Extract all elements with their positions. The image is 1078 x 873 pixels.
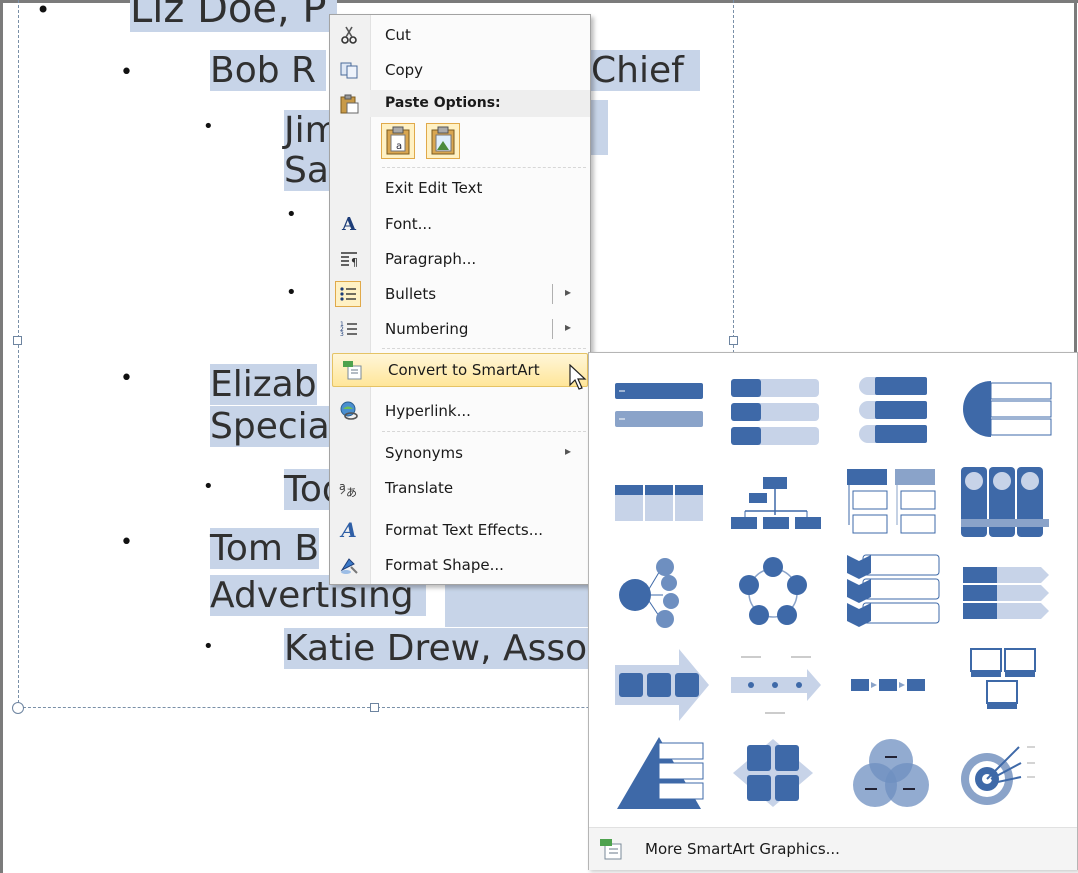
copy-icon bbox=[338, 60, 360, 80]
menu-item-label: Bullets bbox=[385, 285, 437, 303]
hyperlink-icon bbox=[338, 401, 360, 421]
svg-text:¶: ¶ bbox=[351, 256, 358, 269]
smartart-layout-venn[interactable] bbox=[839, 733, 943, 813]
smartart-layout-process-arrows[interactable] bbox=[609, 645, 713, 725]
paste-options-label: Paste Options: bbox=[330, 88, 590, 120]
menu-item-label: Cut bbox=[385, 26, 411, 44]
submenu-arrow-icon[interactable]: ▸ bbox=[565, 285, 571, 299]
smartart-layout-basic-block-list[interactable] bbox=[609, 367, 713, 447]
smartart-layout-vertical-chevron-list[interactable] bbox=[839, 553, 943, 633]
menu-item-cut[interactable]: Cut bbox=[330, 19, 590, 51]
submenu-arrow-icon[interactable]: ▸ bbox=[565, 320, 571, 334]
menu-separator bbox=[382, 431, 586, 432]
menu-item-label: Exit Edit Text bbox=[385, 179, 483, 197]
svg-text:a: a bbox=[339, 480, 346, 493]
smartart-icon bbox=[599, 838, 623, 864]
menu-item-translate[interactable]: aあ Translate bbox=[330, 472, 590, 504]
menu-item-exit-edit-text[interactable]: Exit Edit Text bbox=[330, 172, 590, 204]
menu-item-label: Convert to SmartArt bbox=[388, 361, 540, 379]
mouse-cursor-icon bbox=[569, 363, 589, 396]
paste-picture-button[interactable] bbox=[426, 123, 460, 159]
menu-item-numbering[interactable]: 123 Numbering ▸ bbox=[330, 313, 590, 345]
clipboard-icon bbox=[338, 94, 360, 114]
more-smartart-label: More SmartArt Graphics... bbox=[645, 840, 840, 858]
split-divider bbox=[552, 284, 553, 304]
svg-text:あ: あ bbox=[346, 486, 357, 498]
menu-item-label: Font... bbox=[385, 215, 432, 233]
smartart-layout-matrix[interactable] bbox=[721, 733, 825, 813]
menu-item-convert-to-smartart[interactable]: Convert to SmartArt bbox=[332, 353, 588, 390]
context-menu: Cut Copy Paste Options: a Exit Edit Text… bbox=[329, 14, 591, 585]
smartart-layout-basic-process[interactable] bbox=[839, 645, 943, 725]
menu-item-hyperlink[interactable]: Hyperlink... bbox=[330, 395, 590, 427]
smartart-layout-pyramid-list[interactable] bbox=[609, 733, 713, 813]
svg-text:a: a bbox=[396, 141, 402, 152]
smartart-layout-basic-timeline[interactable] bbox=[721, 645, 825, 725]
more-smartart-graphics-link[interactable]: More SmartArt Graphics... bbox=[589, 827, 1077, 870]
resize-handle-left[interactable] bbox=[13, 336, 22, 345]
smartart-layout-vertical-bullet-list[interactable] bbox=[721, 367, 825, 447]
smartart-layout-target[interactable] bbox=[951, 733, 1055, 813]
menu-item-label: Paragraph... bbox=[385, 250, 477, 268]
menu-item-label: Format Shape... bbox=[385, 556, 504, 574]
smartart-icon bbox=[341, 360, 363, 380]
menu-item-format-shape[interactable]: Format Shape... bbox=[330, 549, 590, 581]
smartart-layout-picture-columns[interactable] bbox=[951, 463, 1055, 543]
paste-keep-text-button[interactable]: a bbox=[381, 123, 415, 159]
smartart-layout-picture-process[interactable] bbox=[951, 645, 1055, 725]
menu-item-label: Copy bbox=[385, 61, 424, 79]
menu-separator bbox=[382, 167, 586, 168]
svg-text:3: 3 bbox=[340, 331, 344, 338]
paste-picture-icon bbox=[431, 126, 455, 155]
menu-item-label: Hyperlink... bbox=[385, 402, 471, 420]
resize-handle-bottom[interactable] bbox=[370, 703, 379, 712]
menu-separator bbox=[382, 348, 586, 349]
menu-item-label: Synonyms bbox=[385, 444, 463, 462]
resize-handle-bottom-left[interactable] bbox=[12, 702, 24, 714]
paste-keep-text-icon: a bbox=[386, 126, 410, 155]
smartart-layout-horizontal-arrow-list[interactable] bbox=[951, 553, 1055, 633]
resize-handle-right[interactable] bbox=[729, 336, 738, 345]
menu-item-label: Numbering bbox=[385, 320, 469, 338]
smartart-layout-vertical-box-list[interactable] bbox=[839, 367, 943, 447]
translate-icon: aあ bbox=[338, 478, 360, 498]
menu-item-label: Translate bbox=[385, 479, 454, 497]
smartart-layout-basic-cycle[interactable] bbox=[721, 553, 825, 633]
menu-item-label: Paste Options: bbox=[385, 95, 501, 111]
text-effects-icon: A bbox=[341, 518, 357, 542]
format-shape-icon bbox=[338, 555, 360, 575]
bullets-icon bbox=[335, 281, 361, 307]
split-divider bbox=[552, 319, 553, 339]
font-icon: A bbox=[342, 213, 356, 235]
menu-item-format-text-effects[interactable]: A Format Text Effects... bbox=[330, 514, 590, 546]
smartart-layout-radial-cluster[interactable] bbox=[609, 553, 713, 633]
menu-item-synonyms[interactable]: Synonyms ▸ bbox=[330, 437, 590, 469]
smartart-layout-hierarchy-list[interactable] bbox=[839, 463, 943, 543]
menu-item-bullets[interactable]: Bullets ▸ bbox=[330, 278, 590, 310]
scissors-icon bbox=[338, 25, 360, 45]
submenu-arrow-icon: ▸ bbox=[565, 444, 572, 458]
menu-item-font[interactable]: A Font... bbox=[330, 208, 590, 240]
smartart-layout-segmented-arc-list[interactable] bbox=[951, 367, 1055, 447]
numbering-icon: 123 bbox=[338, 319, 360, 339]
menu-item-paragraph[interactable]: ¶ Paragraph... bbox=[330, 243, 590, 275]
slide-frame-edge bbox=[1074, 0, 1077, 360]
menu-item-label: Format Text Effects... bbox=[385, 521, 544, 539]
smartart-layout-organization-chart[interactable] bbox=[721, 463, 825, 543]
smartart-gallery: More SmartArt Graphics... bbox=[588, 352, 1078, 870]
menu-item-copy[interactable]: Copy bbox=[330, 54, 590, 86]
paragraph-icon: ¶ bbox=[338, 249, 360, 269]
smartart-layout-horizontal-bullet-list[interactable] bbox=[609, 463, 713, 543]
